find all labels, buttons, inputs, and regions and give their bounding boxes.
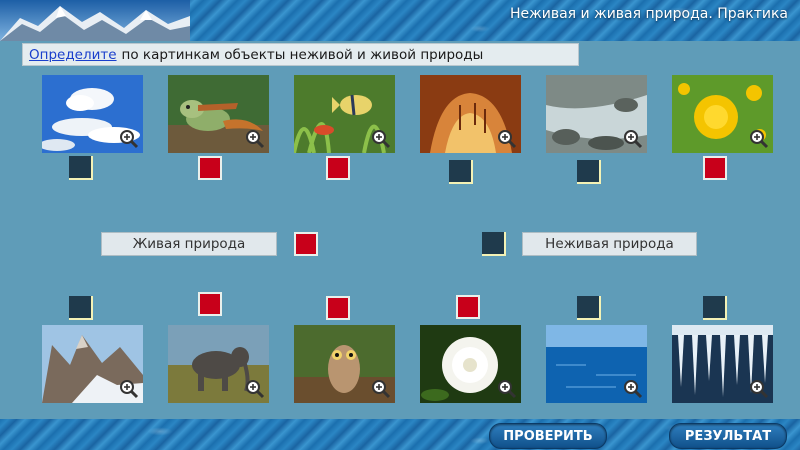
image-owl[interactable]: [294, 325, 395, 403]
marker-iguana[interactable]: [198, 156, 222, 180]
image-fish[interactable]: [294, 75, 395, 153]
image-iguana[interactable]: [168, 75, 269, 153]
zoom-icon[interactable]: [245, 129, 265, 149]
marker-owl[interactable]: [326, 296, 350, 320]
image-mountains[interactable]: [42, 325, 143, 403]
instruction-bar: Определите по картинкам объекты неживой …: [22, 43, 579, 66]
zoom-icon[interactable]: [371, 129, 391, 149]
image-cave[interactable]: [420, 75, 521, 153]
marker-fish[interactable]: [326, 156, 350, 180]
instruction-text: по картинкам объекты неживой и живой при…: [121, 46, 484, 63]
instruction-link[interactable]: Определите: [29, 47, 117, 63]
legend-nonliving-marker: [482, 232, 506, 256]
app-window: Неживая и живая природа. Практика Опреде…: [0, 0, 800, 450]
image-icicles[interactable]: [672, 325, 773, 403]
marker-icicles[interactable]: [703, 296, 727, 320]
label-living-nature: Живая природа: [101, 232, 277, 256]
zoom-icon[interactable]: [623, 379, 643, 399]
zoom-icon[interactable]: [119, 129, 139, 149]
marker-mountains[interactable]: [69, 296, 93, 320]
marker-sea[interactable]: [577, 296, 601, 320]
image-stream[interactable]: [546, 75, 647, 153]
label-nonliving-nature: Неживая природа: [522, 232, 697, 256]
header-bar: Неживая и живая природа. Практика: [0, 0, 800, 41]
result-button[interactable]: РЕЗУЛЬТАТ: [669, 423, 787, 449]
marker-stream[interactable]: [577, 160, 601, 184]
zoom-icon[interactable]: [623, 129, 643, 149]
zoom-icon[interactable]: [749, 129, 769, 149]
footer-bar: ПРОВЕРИТЬ РЕЗУЛЬТАТ: [0, 419, 800, 450]
image-clouds[interactable]: [42, 75, 143, 153]
zoom-icon[interactable]: [119, 379, 139, 399]
image-dandelion[interactable]: [672, 75, 773, 153]
marker-dandelion[interactable]: [703, 156, 727, 180]
marker-chrysanthemum[interactable]: [456, 295, 480, 319]
image-elephant[interactable]: [168, 325, 269, 403]
marker-elephant[interactable]: [198, 292, 222, 316]
zoom-icon[interactable]: [245, 379, 265, 399]
image-chrysanthemum[interactable]: [420, 325, 521, 403]
header-mountain-image: [0, 0, 190, 41]
page-title: Неживая и живая природа. Практика: [509, 6, 788, 22]
image-sea[interactable]: [546, 325, 647, 403]
zoom-icon[interactable]: [749, 379, 769, 399]
zoom-icon[interactable]: [371, 379, 391, 399]
legend-living-marker: [294, 232, 318, 256]
zoom-icon[interactable]: [497, 129, 517, 149]
check-button[interactable]: ПРОВЕРИТЬ: [489, 423, 607, 449]
marker-clouds[interactable]: [69, 156, 93, 180]
zoom-icon[interactable]: [497, 379, 517, 399]
marker-cave[interactable]: [449, 160, 473, 184]
